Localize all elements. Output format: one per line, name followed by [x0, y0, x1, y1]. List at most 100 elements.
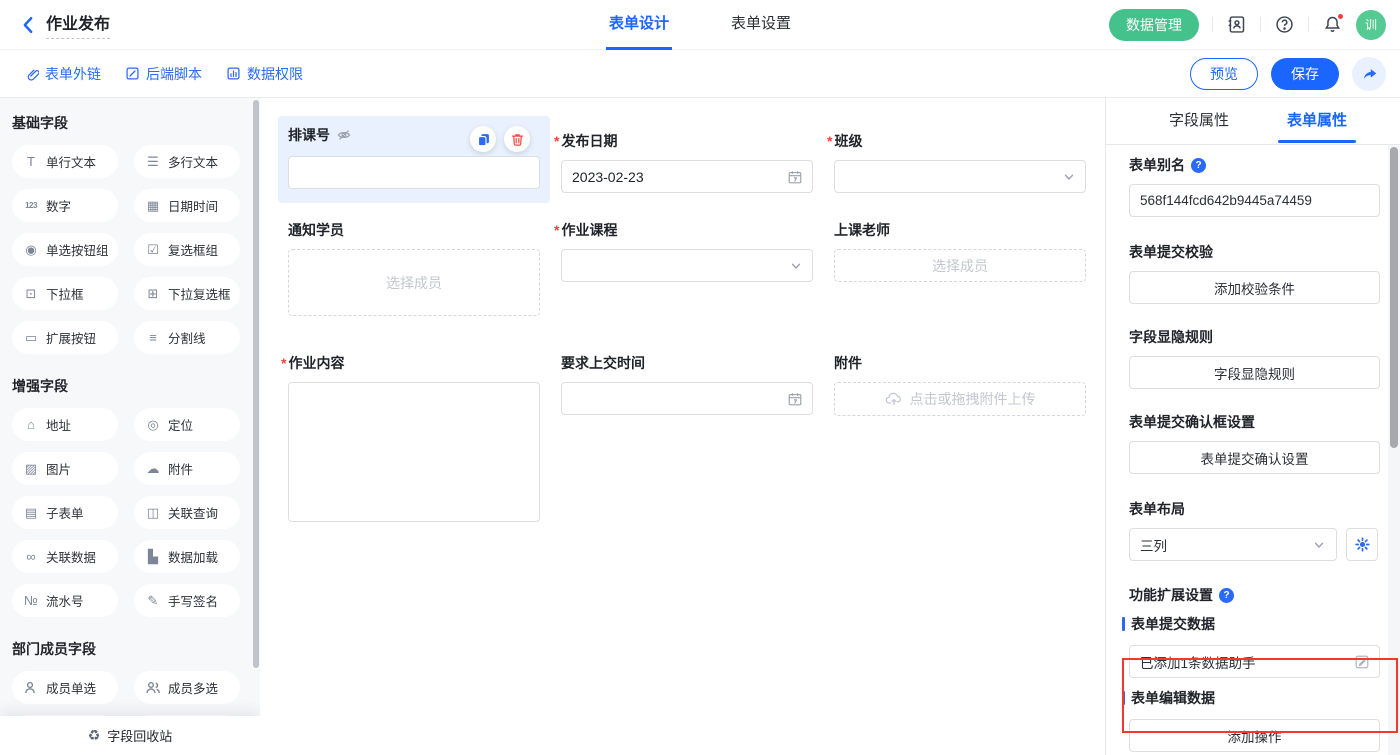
external-link-button[interactable]: 表单外链 — [24, 64, 101, 84]
backend-script-button[interactable]: 后端脚本 — [125, 64, 202, 84]
field-item-single-line-text[interactable]: T单行文本 — [12, 145, 118, 178]
field-item-number[interactable]: 123数字 — [12, 189, 118, 222]
visibility-rules-button[interactable]: 字段显隐规则 — [1129, 356, 1380, 389]
bar-chart-icon: ▙ — [145, 550, 161, 563]
accent-bar — [1122, 691, 1125, 705]
field-homework-course[interactable]: *作业课程 — [561, 220, 813, 282]
field-item-geolocation[interactable]: ◎定位 — [134, 408, 240, 441]
delete-field-button[interactable] — [504, 126, 530, 152]
notify-students-picker[interactable]: 选择成员 — [288, 249, 540, 316]
attachment-upload-area[interactable]: 点击或拖拽附件上传 — [834, 382, 1086, 416]
pen-icon: ✎ — [145, 594, 161, 607]
cloud-upload-icon — [885, 391, 903, 407]
preview-button[interactable]: 预览 — [1190, 58, 1258, 90]
field-item-multi-line-text[interactable]: ☰多行文本 — [134, 145, 240, 178]
field-class[interactable]: *班级 — [834, 131, 1086, 193]
schedule-no-input[interactable] — [288, 156, 540, 189]
field-item-extend-button[interactable]: ▭扩展按钮 — [12, 321, 118, 354]
tab-form-design[interactable]: 表单设计 — [606, 0, 672, 50]
contacts-book-icon[interactable] — [1226, 14, 1247, 35]
field-recycle-bin[interactable]: ♻ 字段回收站 — [0, 716, 260, 755]
field-notify-students[interactable]: 通知学员 选择成员 — [288, 220, 540, 316]
divider — [1212, 17, 1213, 32]
field-item-attachment[interactable]: ☁附件 — [134, 452, 240, 485]
paperclip-icon — [24, 66, 39, 81]
help-icon[interactable]: ? — [1219, 588, 1234, 603]
notification-bell-icon[interactable] — [1322, 14, 1343, 35]
submit-data-summary[interactable]: 已添加1条数据助手 — [1129, 645, 1380, 678]
section-title-enhanced: 增强字段 — [12, 376, 260, 396]
data-permission-button[interactable]: 数据权限 — [226, 64, 303, 84]
field-homework-content[interactable]: *作业内容 — [288, 353, 540, 522]
field-item-checkbox-group[interactable]: ☑复选框组 — [134, 233, 240, 266]
field-item-member-multi[interactable]: 成员多选 — [134, 671, 240, 704]
field-attachment[interactable]: 附件 点击或拖拽附件上传 — [834, 353, 1086, 416]
target-icon: ◎ — [145, 418, 161, 431]
sidebar-scrollbar[interactable] — [253, 100, 259, 668]
radio-icon: ◉ — [23, 243, 39, 256]
publish-date-input[interactable]: 2023-02-23 — [561, 160, 813, 193]
field-schedule-no-selected[interactable]: 排课号 — [278, 116, 550, 203]
multi-line-text-icon: ☰ — [145, 155, 161, 168]
eye-off-icon — [336, 127, 352, 143]
confirm-box-button[interactable]: 表单提交确认设置 — [1129, 441, 1380, 474]
tab-form-settings[interactable]: 表单设置 — [728, 0, 794, 50]
field-item-address[interactable]: ⌂地址 — [12, 408, 118, 441]
layout-settings-button[interactable] — [1346, 528, 1378, 561]
image-icon: ▨ — [23, 462, 39, 475]
tab-form-properties[interactable]: 表单属性 — [1287, 98, 1347, 144]
field-item-image[interactable]: ▨图片 — [12, 452, 118, 485]
field-teacher[interactable]: 上课老师 选择成员 — [834, 220, 1086, 282]
field-item-radio-group[interactable]: ◉单选按钮组 — [12, 233, 118, 266]
add-operation-button[interactable]: 添加操作 — [1129, 719, 1380, 752]
serial-icon: № — [23, 594, 39, 607]
panel-scrollbar-thumb[interactable] — [1390, 147, 1398, 448]
class-select[interactable] — [834, 160, 1086, 193]
field-item-relation-query[interactable]: ◫关联查询 — [134, 496, 240, 529]
people-icon — [145, 680, 161, 695]
teacher-picker[interactable]: 选择成员 — [834, 249, 1086, 282]
field-item-subform[interactable]: ▤子表单 — [12, 496, 118, 529]
field-item-signature[interactable]: ✎手写签名 — [134, 584, 240, 617]
recycle-icon: ♻ — [88, 727, 101, 744]
permission-icon — [226, 66, 241, 81]
field-item-serial-number[interactable]: №流水号 — [12, 584, 118, 617]
back-icon[interactable] — [18, 14, 38, 36]
divider-icon: ≡ — [145, 331, 161, 344]
field-publish-date[interactable]: *发布日期 2023-02-23 — [561, 131, 813, 193]
field-label: 排课号 — [288, 125, 330, 145]
app-header: 作业发布 表单设计 表单设置 数据管理 — [0, 0, 1400, 50]
field-item-dropdown[interactable]: ⊡下拉框 — [12, 277, 118, 310]
homework-course-select[interactable] — [561, 249, 813, 282]
layout-select[interactable]: 三列 — [1129, 528, 1337, 561]
panel-tabs: 字段属性 表单属性 — [1106, 98, 1400, 145]
form-alias-input[interactable]: 568f144fcd642b9445a74459 — [1129, 184, 1380, 217]
relation-query-icon: ◫ — [145, 506, 161, 519]
share-button[interactable] — [1352, 57, 1386, 91]
cloud-icon: ☁ — [145, 462, 161, 475]
field-item-data-load[interactable]: ▙数据加载 — [134, 540, 240, 573]
homework-content-textarea[interactable] — [288, 382, 540, 522]
field-item-dropdown-multi[interactable]: ⊞下拉复选框 — [134, 277, 240, 310]
form-toolbar: 表单外链 后端脚本 数据权限 预览 保存 — [0, 50, 1400, 98]
confirm-box-group: 表单提交确认框设置 表单提交确认设置 — [1129, 412, 1378, 474]
add-validation-button[interactable]: 添加校验条件 — [1129, 271, 1380, 304]
field-submit-deadline[interactable]: 要求上交时间 — [561, 353, 813, 415]
edit-icon[interactable] — [1354, 654, 1370, 670]
chevron-down-icon — [789, 259, 803, 273]
copy-field-button[interactable] — [470, 126, 496, 152]
submit-deadline-input[interactable] — [561, 382, 813, 415]
help-icon[interactable]: ? — [1191, 158, 1206, 173]
data-manage-button[interactable]: 数据管理 — [1109, 9, 1199, 41]
field-item-datetime[interactable]: ▦日期时间 — [134, 189, 240, 222]
submit-data-group: 表单提交数据 已添加1条数据助手 — [1129, 614, 1378, 678]
person-icon — [23, 680, 39, 695]
field-item-member-single[interactable]: 成员单选 — [12, 671, 118, 704]
field-item-divider-line[interactable]: ≡分割线 — [134, 321, 240, 354]
number-icon: 123 — [23, 202, 39, 210]
field-item-relation-data[interactable]: ∞关联数据 — [12, 540, 118, 573]
help-icon[interactable] — [1274, 14, 1295, 35]
tab-field-properties[interactable]: 字段属性 — [1169, 98, 1229, 144]
avatar[interactable]: 训 — [1356, 10, 1386, 40]
save-button[interactable]: 保存 — [1271, 58, 1339, 90]
